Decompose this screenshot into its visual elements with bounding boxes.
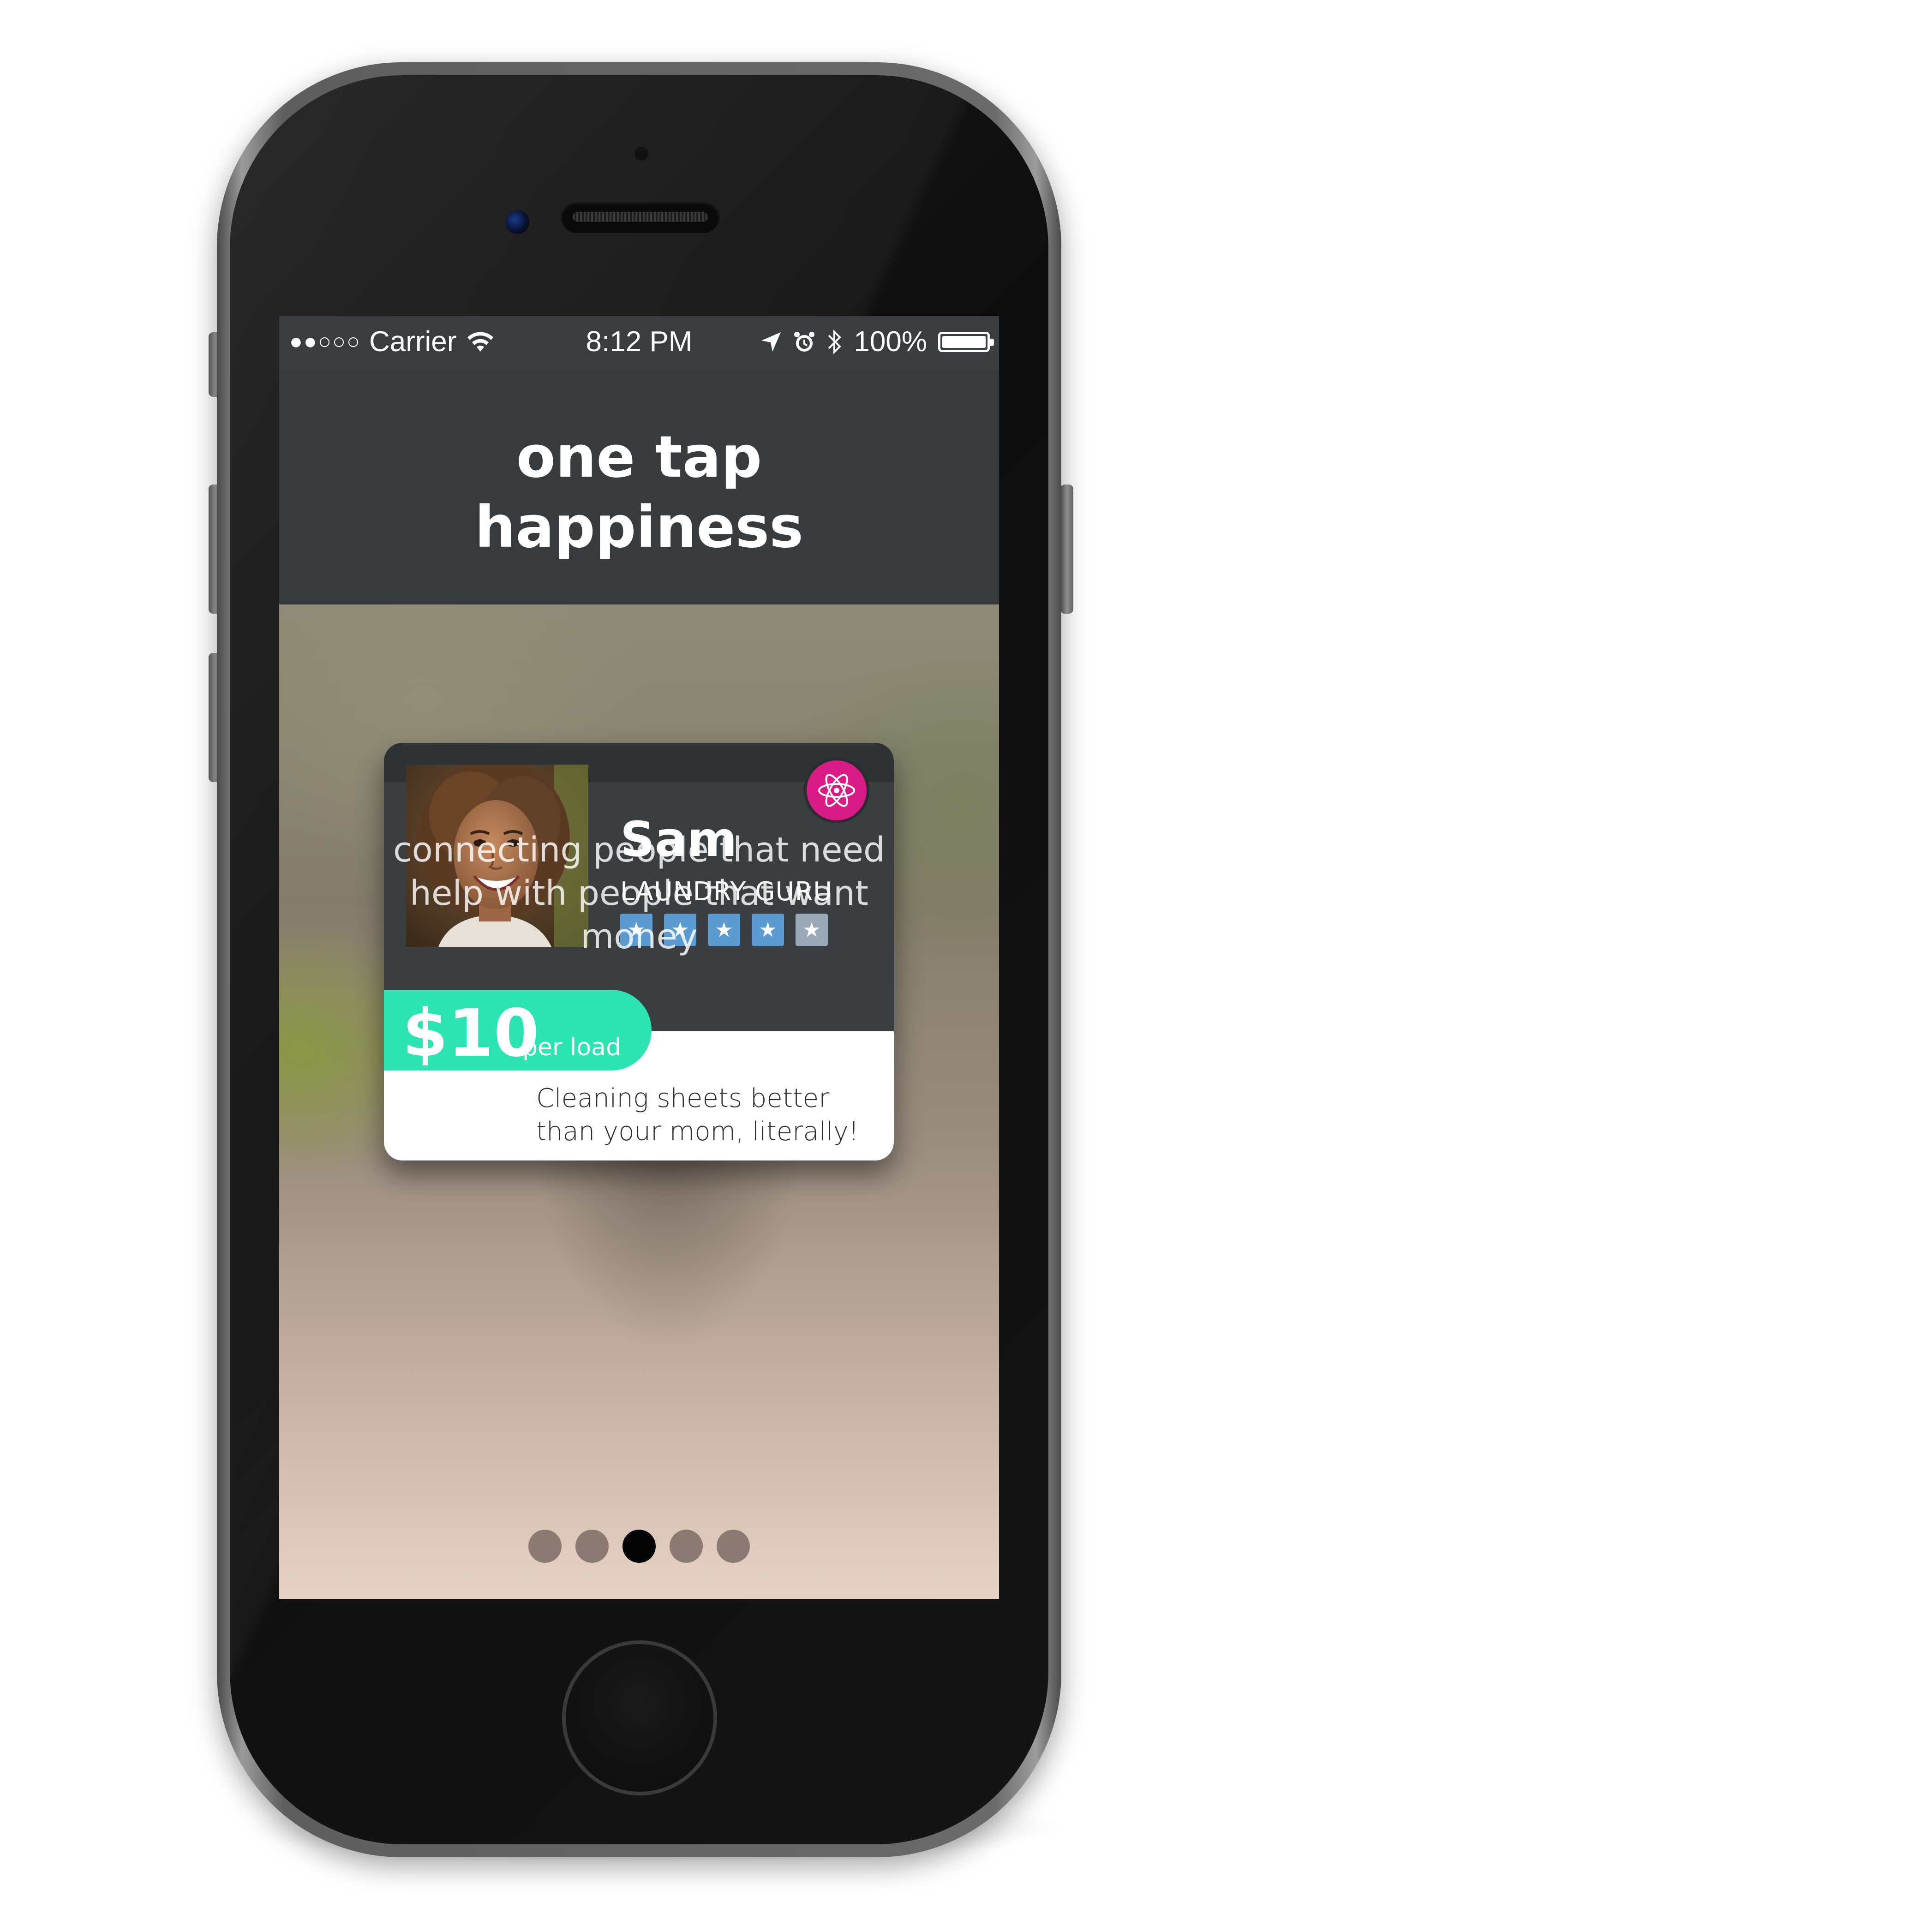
price-unit: per load	[522, 1034, 622, 1061]
helper-description: Cleaning sheets better than your mom, li…	[536, 1083, 859, 1147]
page-dot[interactable]	[528, 1530, 562, 1563]
page-dot[interactable]	[717, 1530, 750, 1563]
proximity-sensor	[634, 147, 648, 161]
page-title: one tap happiness	[475, 424, 803, 561]
page-dot[interactable]	[670, 1530, 703, 1563]
front-camera	[505, 210, 529, 234]
onboarding-header: one tap happiness	[279, 371, 999, 604]
battery-level-fill	[942, 335, 986, 348]
category-badge	[804, 758, 869, 823]
status-bar: ●●○○○ Carrier 8:12 PM 100%	[279, 316, 999, 371]
app-screen: ●●○○○ Carrier 8:12 PM 100% one tap happi…	[279, 316, 999, 1599]
page-dot-active[interactable]	[622, 1530, 656, 1563]
earpiece-speaker	[561, 201, 720, 233]
page-dot[interactable]	[575, 1530, 609, 1563]
bluetooth-icon	[828, 329, 842, 354]
tagline-container: connecting people that need help with pe…	[279, 828, 999, 958]
home-button[interactable]	[562, 1640, 717, 1795]
tagline: connecting people that need help with pe…	[393, 830, 886, 957]
power-button	[1060, 484, 1073, 614]
page-indicator	[279, 1530, 999, 1563]
atom-icon	[818, 774, 855, 807]
battery-icon	[938, 331, 994, 352]
battery-percent: 100%	[854, 326, 927, 358]
price-tag: $10 per load	[384, 990, 652, 1071]
alarm-icon	[794, 331, 815, 352]
status-right: 100%	[760, 325, 994, 358]
location-arrow-icon	[761, 332, 781, 352]
price-amount: $10	[402, 995, 539, 1071]
